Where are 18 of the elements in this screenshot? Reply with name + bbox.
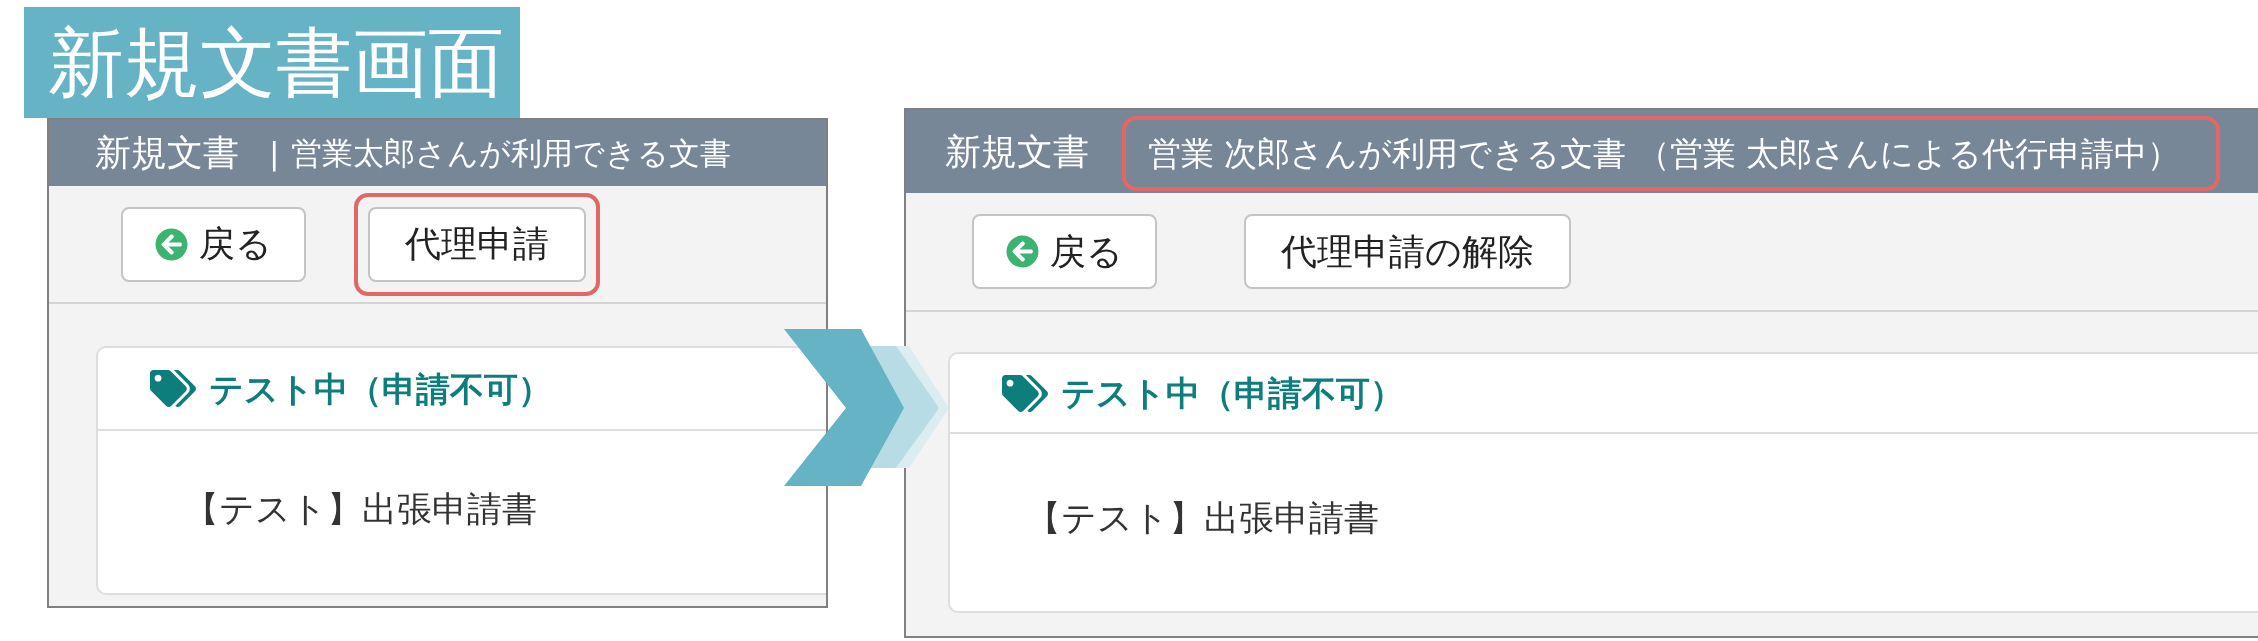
document-item[interactable]: 【テスト】出張申請書	[1026, 494, 1379, 542]
proxy-button[interactable]: 代理申請の解除	[1244, 214, 1571, 289]
page-subtitle: 営業 次郎さんが利用できる文書 （営業 太郎さんによる代行申請中）	[1148, 137, 2181, 170]
group-heading: テスト中（申請不可）	[1061, 376, 1404, 410]
document-item[interactable]: 【テスト】出張申請書	[184, 485, 537, 533]
proxy-button[interactable]: 代理申請	[368, 206, 586, 282]
back-button[interactable]: 戻る	[972, 214, 1157, 289]
page-title: 新規文書	[95, 135, 239, 171]
tags-icon	[1002, 374, 1048, 412]
back-arrow-icon	[155, 227, 188, 261]
back-button[interactable]: 戻る	[121, 206, 306, 282]
page-title: 新規文書	[945, 133, 1089, 170]
double-chevron-icon	[784, 329, 949, 486]
back-arrow-icon	[1006, 235, 1039, 268]
page-subtitle: 営業太郎さんが利用できる文書	[291, 137, 732, 169]
tags-icon	[150, 370, 196, 407]
group-heading: テスト中（申請不可）	[209, 371, 552, 406]
title-banner: 新規文書画面	[24, 7, 520, 118]
